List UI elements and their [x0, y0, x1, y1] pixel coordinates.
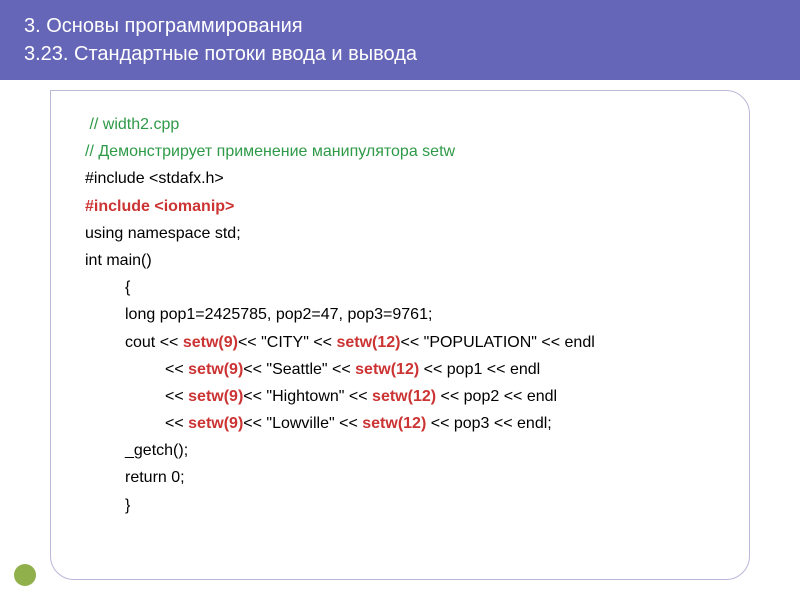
main-decl: int main() — [85, 247, 715, 274]
using-namespace: using namespace std; — [85, 220, 715, 247]
comment-filename: // width2.cpp — [85, 111, 715, 138]
cout-line1: cout << setw(9)<< "CITY" << setw(12)<< "… — [85, 329, 715, 356]
header-line1: 3. Основы программирования — [24, 12, 776, 40]
cout-line3: << setw(9)<< "Hightown" << setw(12) << p… — [85, 383, 715, 410]
slide-header: 3. Основы программирования 3.23. Стандар… — [0, 0, 800, 80]
brace-close: } — [85, 492, 715, 519]
include-stdafx: #include <stdafx.h> — [85, 165, 715, 192]
getch: _getch(); — [85, 437, 715, 464]
return: return 0; — [85, 464, 715, 491]
var-decl: long pop1=2425785, pop2=47, pop3=9761; — [85, 301, 715, 328]
code-block: // width2.cpp // Демонстрирует применени… — [85, 111, 715, 519]
content-frame: // width2.cpp // Демонстрирует применени… — [50, 90, 750, 580]
brace-open: { — [85, 274, 715, 301]
cout-line2: << setw(9)<< "Seattle" << setw(12) << po… — [85, 356, 715, 383]
comment-desc: // Демонстрирует применение манипулятора… — [85, 138, 715, 165]
bullet-icon — [14, 564, 36, 586]
header-line2: 3.23. Стандартные потоки ввода и вывода — [24, 40, 776, 68]
include-iomanip: #include <iomanip> — [85, 193, 715, 220]
cout-line4: << setw(9)<< "Lowville" << setw(12) << p… — [85, 410, 715, 437]
